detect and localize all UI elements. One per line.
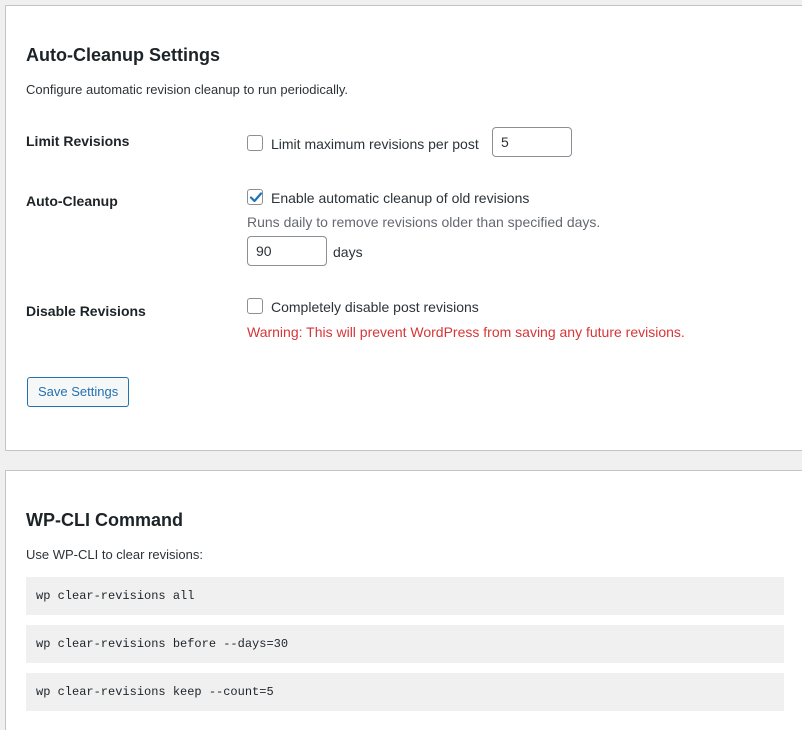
auto-cleanup-hint: Runs daily to remove revisions older tha… — [247, 214, 601, 230]
disable-revisions-checkbox[interactable] — [247, 298, 263, 314]
cli-title: WP-CLI Command — [26, 510, 183, 530]
limit-revisions-checkbox[interactable] — [247, 135, 263, 151]
max-revisions-input[interactable] — [492, 127, 572, 157]
auto-cleanup-checkbox-label[interactable]: Enable automatic cleanup of old revision… — [271, 188, 529, 208]
limit-revisions-label: Limit Revisions — [26, 133, 130, 149]
settings-title: Auto-Cleanup Settings — [26, 45, 220, 65]
cli-command-all: wp clear-revisions all — [26, 577, 784, 615]
disable-revisions-checkbox-label[interactable]: Completely disable post revisions — [271, 297, 479, 317]
days-unit-label: days — [333, 244, 363, 260]
disable-revisions-label: Disable Revisions — [26, 303, 146, 319]
auto-cleanup-label: Auto-Cleanup — [26, 193, 118, 209]
limit-revisions-checkbox-label[interactable]: Limit maximum revisions per post — [271, 134, 479, 154]
cli-description: Use WP-CLI to clear revisions: — [26, 547, 203, 562]
save-settings-button[interactable]: Save Settings — [27, 377, 130, 407]
cli-command-before: wp clear-revisions before --days=30 — [26, 625, 784, 663]
settings-description: Configure automatic revision cleanup to … — [26, 82, 349, 97]
auto-cleanup-settings-card: Auto-Cleanup Settings Configure automati… — [5, 5, 802, 451]
auto-cleanup-checkbox[interactable] — [247, 189, 263, 205]
disable-revisions-warning: Warning: This will prevent WordPress fro… — [247, 324, 685, 340]
cli-command-keep: wp clear-revisions keep --count=5 — [26, 673, 784, 711]
wp-cli-command-card: WP-CLI Command Use WP-CLI to clear revis… — [5, 470, 802, 730]
cleanup-days-input[interactable] — [247, 236, 327, 266]
checkmark-icon — [249, 192, 263, 203]
